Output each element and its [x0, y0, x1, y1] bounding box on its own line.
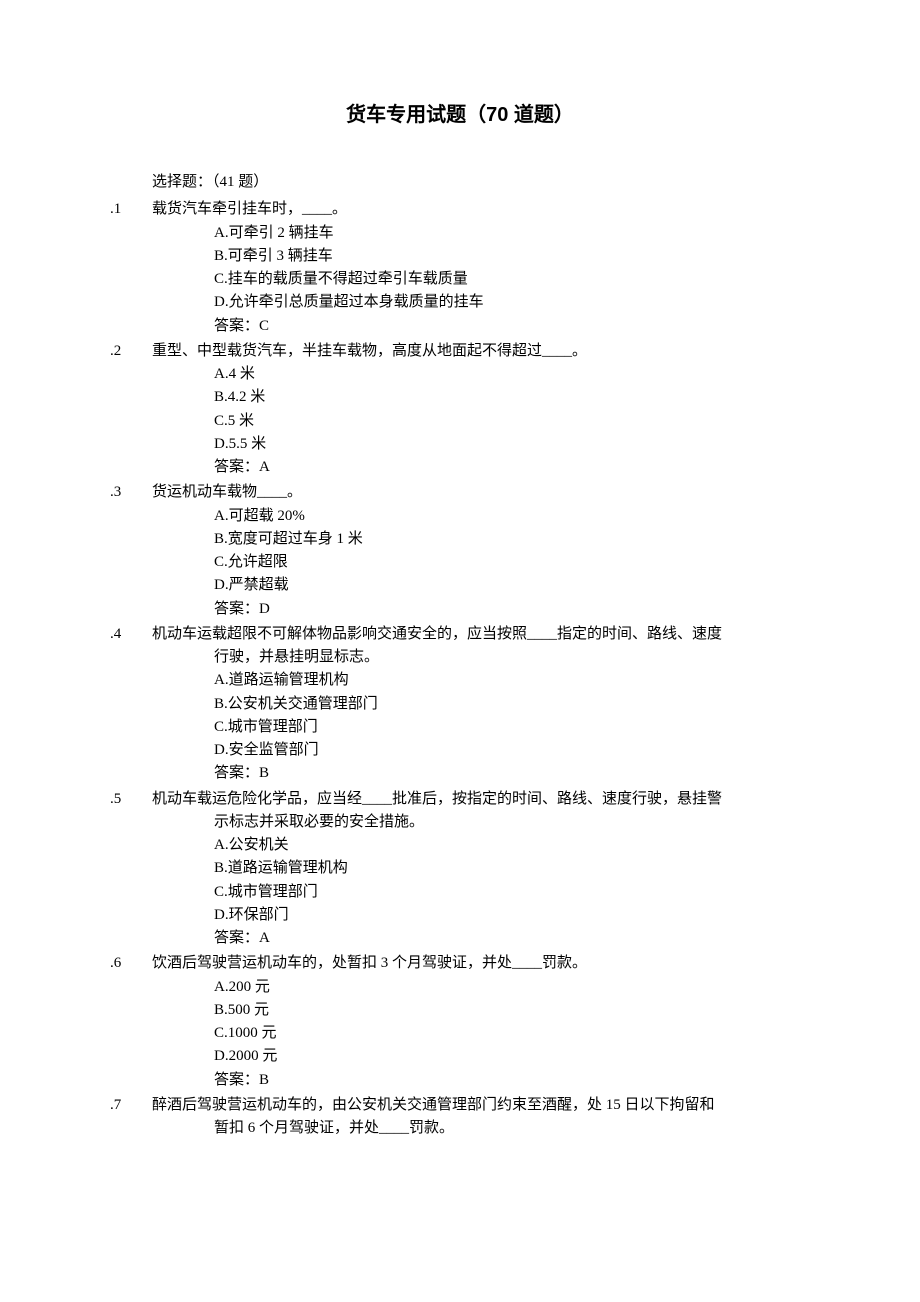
question-option: D.严禁超载	[152, 574, 810, 597]
question-option: A.200 元	[152, 976, 810, 999]
question-option: B.公安机关交通管理部门	[152, 693, 810, 716]
question-option: D.允许牵引总质量超过本身载质量的挂车	[152, 291, 810, 314]
question-option: C.5 米	[152, 410, 810, 433]
question-option: D.安全监管部门	[152, 739, 810, 762]
question-body: 饮酒后驾驶营运机动车的，处暂扣 3 个月驾驶证，并处____罚款。A.200 元…	[152, 952, 810, 1092]
question-body: 机动车载运危险化学品，应当经____批准后，按指定的时间、路线、速度行驶，悬挂警…	[152, 788, 810, 951]
question-option: B.宽度可超过车身 1 米	[152, 528, 810, 551]
question-number: .3	[110, 481, 152, 621]
question-number: .1	[110, 198, 152, 338]
question-stem-cont: 行驶，并悬挂明显标志。	[152, 646, 810, 669]
question-number: .5	[110, 788, 152, 951]
question-stem: 醉酒后驾驶营运机动车的，由公安机关交通管理部门约束至酒醒，处 15 日以下拘留和	[152, 1094, 810, 1117]
question-option: A.可超载 20%	[152, 505, 810, 528]
question-stem-cont: 暂扣 6 个月驾驶证，并处____罚款。	[152, 1117, 810, 1140]
page-title: 货车专用试题（70 道题）	[110, 100, 810, 131]
question-number: .6	[110, 952, 152, 1092]
question-answer: 答案：D	[152, 598, 810, 621]
question-option: C.允许超限	[152, 551, 810, 574]
question-option: C.1000 元	[152, 1022, 810, 1045]
question: .5机动车载运危险化学品，应当经____批准后，按指定的时间、路线、速度行驶，悬…	[110, 788, 810, 951]
question-option: A.公安机关	[152, 834, 810, 857]
question-option: B.可牵引 3 辆挂车	[152, 245, 810, 268]
question-option: D.5.5 米	[152, 433, 810, 456]
question-stem: 货运机动车载物____。	[152, 481, 810, 504]
question: .2重型、中型载货汽车，半挂车载物，高度从地面起不得超过____。A.4 米B.…	[110, 340, 810, 480]
question-option: C.城市管理部门	[152, 716, 810, 739]
question-option: C.城市管理部门	[152, 881, 810, 904]
question: .3货运机动车载物____。A.可超载 20%B.宽度可超过车身 1 米C.允许…	[110, 481, 810, 621]
question-body: 机动车运载超限不可解体物品影响交通安全的，应当按照____指定的时间、路线、速度…	[152, 623, 810, 786]
question-answer: 答案：A	[152, 456, 810, 479]
question-stem: 饮酒后驾驶营运机动车的，处暂扣 3 个月驾驶证，并处____罚款。	[152, 952, 810, 975]
question-number: .2	[110, 340, 152, 480]
question-option: D.环保部门	[152, 904, 810, 927]
question: .1载货汽车牵引挂车时，____。A.可牵引 2 辆挂车B.可牵引 3 辆挂车C…	[110, 198, 810, 338]
question-body: 货运机动车载物____。A.可超载 20%B.宽度可超过车身 1 米C.允许超限…	[152, 481, 810, 621]
question: .7醉酒后驾驶营运机动车的，由公安机关交通管理部门约束至酒醒，处 15 日以下拘…	[110, 1094, 810, 1141]
question-option: B.4.2 米	[152, 386, 810, 409]
question-body: 重型、中型载货汽车，半挂车载物，高度从地面起不得超过____。A.4 米B.4.…	[152, 340, 810, 480]
question-answer: 答案：B	[152, 762, 810, 785]
question-list: .1载货汽车牵引挂车时，____。A.可牵引 2 辆挂车B.可牵引 3 辆挂车C…	[110, 198, 810, 1140]
question-option: B.道路运输管理机构	[152, 857, 810, 880]
question-body: 载货汽车牵引挂车时，____。A.可牵引 2 辆挂车B.可牵引 3 辆挂车C.挂…	[152, 198, 810, 338]
question-option: C.挂车的载质量不得超过牵引车载质量	[152, 268, 810, 291]
question-option: A.可牵引 2 辆挂车	[152, 222, 810, 245]
section-heading: 选择题：（41 题）	[152, 171, 810, 194]
question-option: A.4 米	[152, 363, 810, 386]
question-stem: 载货汽车牵引挂车时，____。	[152, 198, 810, 221]
question-number: .4	[110, 623, 152, 786]
question: .6饮酒后驾驶营运机动车的，处暂扣 3 个月驾驶证，并处____罚款。A.200…	[110, 952, 810, 1092]
question-stem: 重型、中型载货汽车，半挂车载物，高度从地面起不得超过____。	[152, 340, 810, 363]
question: .4机动车运载超限不可解体物品影响交通安全的，应当按照____指定的时间、路线、…	[110, 623, 810, 786]
question-stem: 机动车运载超限不可解体物品影响交通安全的，应当按照____指定的时间、路线、速度	[152, 623, 810, 646]
question-answer: 答案：C	[152, 315, 810, 338]
question-stem-cont: 示标志并采取必要的安全措施。	[152, 811, 810, 834]
question-answer: 答案：A	[152, 927, 810, 950]
question-body: 醉酒后驾驶营运机动车的，由公安机关交通管理部门约束至酒醒，处 15 日以下拘留和…	[152, 1094, 810, 1141]
question-option: B.500 元	[152, 999, 810, 1022]
question-stem: 机动车载运危险化学品，应当经____批准后，按指定的时间、路线、速度行驶，悬挂警	[152, 788, 810, 811]
question-number: .7	[110, 1094, 152, 1141]
question-answer: 答案：B	[152, 1069, 810, 1092]
question-option: D.2000 元	[152, 1045, 810, 1068]
question-option: A.道路运输管理机构	[152, 669, 810, 692]
